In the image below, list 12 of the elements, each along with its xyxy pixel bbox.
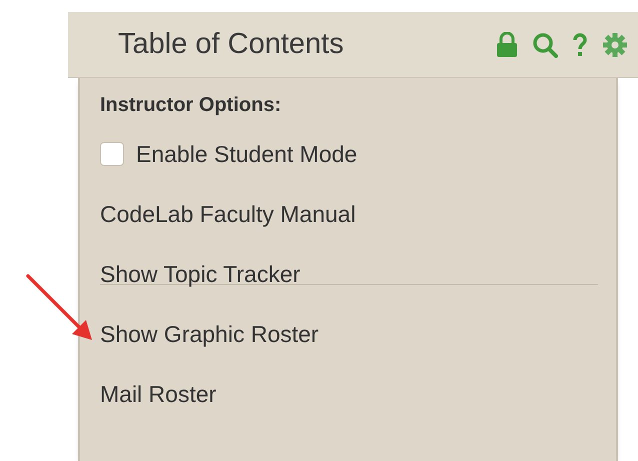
menu-heading: Instructor Options: (100, 93, 282, 118)
menu-item[interactable]: Show Graphic Roster (100, 316, 319, 352)
menu-item[interactable]: Show Topic Tracker (100, 256, 300, 292)
help-icon[interactable] (572, 32, 588, 56)
checkbox[interactable] (100, 142, 124, 166)
menu-item[interactable]: Mail Roster (100, 376, 216, 412)
panel-title: Table of Contents (118, 26, 345, 62)
checkbox-label[interactable]: Enable Student Mode (136, 136, 358, 172)
settings-icon[interactable] (602, 32, 628, 58)
lock-icon[interactable] (496, 32, 518, 58)
menu-item[interactable]: CodeLab Faculty Manual (100, 196, 356, 232)
search-icon[interactable] (532, 32, 558, 58)
